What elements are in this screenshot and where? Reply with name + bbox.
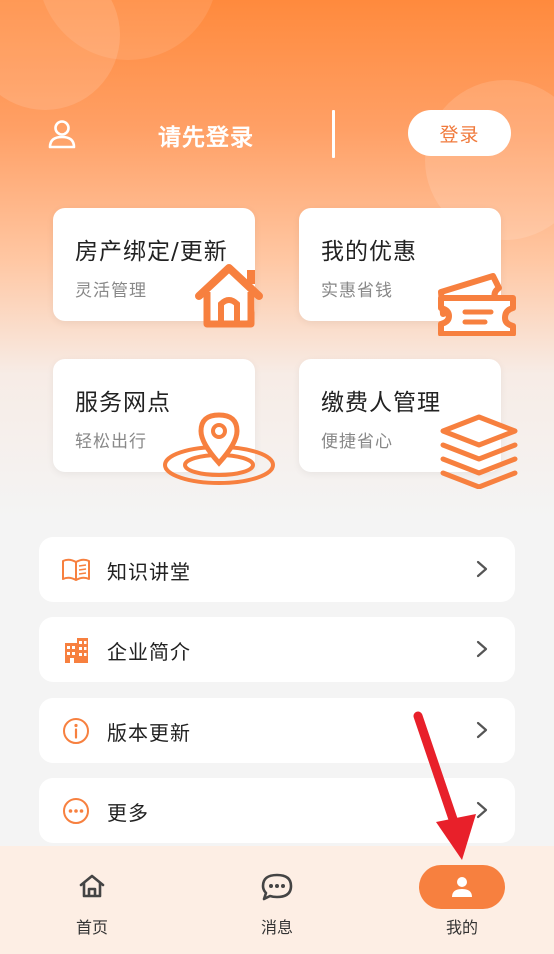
user-login-row: 请先登录 登录 [0,108,554,160]
card-title: 缴费人管理 [321,390,441,416]
divider [332,110,335,158]
my-discount-card[interactable]: 我的优惠 实惠省钱 [299,208,516,336]
chevron-right-icon [476,560,488,578]
menu-label: 版本更新 [107,721,191,745]
ticket-icon [438,273,516,336]
building-icon [65,638,88,663]
menu-label: 企业简介 [107,640,191,664]
home-icon [79,874,105,898]
info-icon [63,718,89,744]
menu-item-knowledge[interactable]: 知识讲堂 [39,537,515,602]
chevron-right-icon [476,640,488,658]
menu-item-company-intro[interactable]: 企业简介 [39,617,515,682]
card-subtitle: 灵活管理 [75,281,147,301]
property-binding-card[interactable]: 房产绑定/更新 灵活管理 [53,208,263,328]
user-avatar-icon[interactable] [46,118,78,150]
card-subtitle: 轻松出行 [75,432,147,452]
menu-item-more[interactable]: 更多 [39,778,515,843]
book-icon [62,558,90,581]
tab-mine[interactable]: 我的 [402,846,522,954]
more-dots-icon [63,798,89,824]
bottom-tab-bar: 首页 消息 我的 [0,846,554,954]
card-subtitle: 便捷省心 [321,432,393,452]
tab-label: 消息 [260,918,293,937]
card-title: 我的优惠 [321,239,417,265]
user-icon [452,877,472,897]
card-title: 服务网点 [75,390,171,416]
tab-home[interactable]: 首页 [32,846,152,954]
tab-label: 首页 [75,918,108,937]
tab-messages[interactable]: 消息 [217,846,337,954]
stack-layers-icon [440,414,518,489]
card-subtitle: 实惠省钱 [321,281,393,301]
house-icon [195,264,263,328]
payer-management-card[interactable]: 缴费人管理 便捷省心 [299,359,518,489]
menu-label: 知识讲堂 [107,560,191,584]
chevron-right-icon [476,801,488,819]
chevron-right-icon [476,721,488,739]
location-pin-icon [163,412,275,485]
service-outlet-card[interactable]: 服务网点 轻松出行 [53,359,275,485]
login-prompt-text[interactable]: 请先登录 [158,118,254,152]
menu-item-version-update[interactable]: 版本更新 [39,698,515,763]
chat-bubble-icon [261,873,293,901]
login-button[interactable]: 登录 [408,110,511,156]
menu-label: 更多 [107,801,149,825]
tab-label: 我的 [445,918,478,937]
